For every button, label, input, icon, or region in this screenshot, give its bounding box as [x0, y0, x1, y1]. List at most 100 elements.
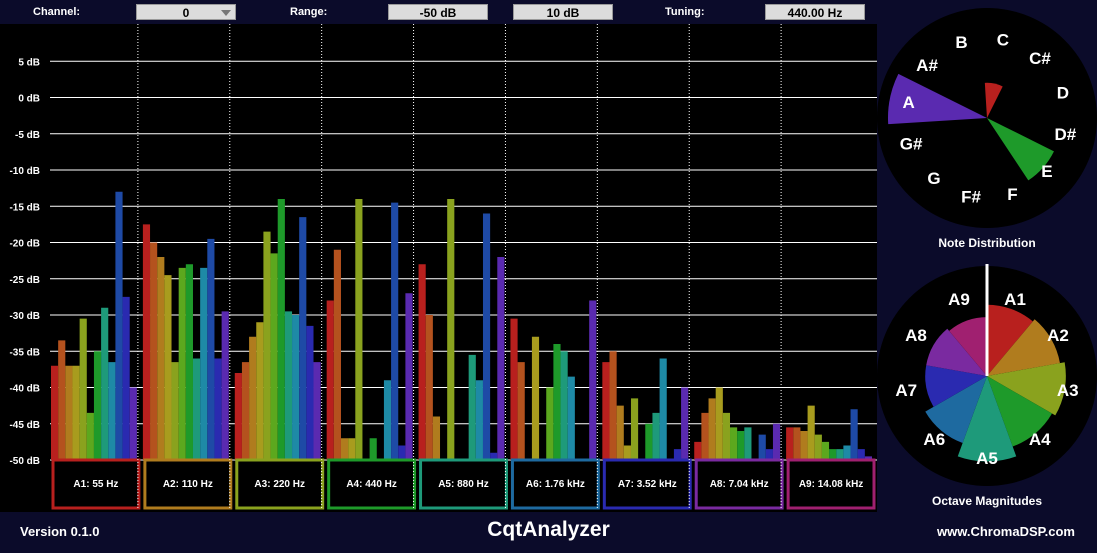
spectrum-bar [553, 344, 561, 460]
spectrum-bar [299, 217, 307, 460]
octave-label: A5: 880 Hz [438, 479, 489, 490]
spectrum-bar [497, 257, 505, 460]
spectrum-bar [510, 318, 518, 460]
spectrum-bar [836, 449, 844, 460]
spectrum-bar [86, 412, 94, 460]
spectrum-bar [79, 318, 87, 460]
spectrum-bar [418, 264, 426, 460]
octave-label: A9: 14.08 kHz [799, 479, 863, 490]
spectrum-bar [200, 267, 208, 460]
spectrum-bar [150, 242, 158, 460]
spectrum-bar [829, 449, 837, 460]
db-tick-label: -40 dB [9, 384, 40, 395]
spectrum-bar [737, 431, 745, 460]
spectrum-bar [398, 445, 406, 460]
spectrum-bar [306, 325, 314, 460]
spectrum-bar [157, 257, 165, 460]
spectrum-bar [701, 412, 709, 460]
spectrum-bar [348, 438, 356, 460]
db-tick-label: -50 dB [9, 456, 40, 467]
spectrum-bar [546, 387, 554, 460]
spectrum-bar [164, 275, 172, 460]
spectrum-chart: 5 dB 0 dB -5 dB -10 dB -15 dB -20 dB -25 dB -30… [9, 24, 877, 510]
spectrum-bar [340, 438, 349, 460]
note-distribution-title: Note Distribution [938, 236, 1036, 250]
spectrum-bar [108, 362, 116, 460]
spectrum-bar [807, 405, 815, 460]
spectrum-bar [821, 441, 830, 460]
spectrum-bar [589, 300, 597, 460]
spectrum-bar [207, 238, 215, 460]
spectrum-bar [277, 199, 285, 460]
spectrum-bar [432, 416, 441, 460]
db-tick-label: -15 dB [9, 202, 40, 213]
spectrum-bar [447, 199, 455, 460]
db-tick-label: -25 dB [9, 275, 40, 286]
spectrum-bar [786, 427, 794, 460]
spectrum-bar [609, 351, 617, 460]
spectrum-bar [333, 249, 341, 460]
spectrum-bar [681, 387, 689, 460]
spectrum-bar [708, 398, 716, 460]
spectrum-bar [214, 358, 222, 460]
spectrum-bar [72, 365, 80, 460]
spectrum-bar [249, 336, 257, 460]
spectrum-bar [517, 362, 525, 460]
spectrum-bar [623, 445, 631, 460]
spectrum-bar [93, 351, 102, 460]
db-tick-label: -5 dB [15, 130, 40, 141]
spectrum-bar [772, 423, 781, 460]
spectrum-bar [326, 300, 334, 460]
spectrum-bar [101, 307, 109, 460]
spectrum-bar [730, 427, 738, 460]
spectrum-bar [221, 311, 229, 460]
db-tick-label: -35 dB [9, 347, 40, 358]
spectrum-bar [659, 358, 667, 460]
spectrum-bar [263, 231, 271, 460]
db-tick-label: 5 dB [18, 57, 40, 68]
spectrum-bar [567, 376, 575, 460]
spectrum-bar [355, 199, 363, 460]
db-tick-label: -10 dB [9, 166, 40, 177]
spectrum-bar [284, 311, 293, 460]
spectrum-bar [270, 253, 278, 460]
spectrum-bar [425, 315, 433, 460]
spectrum-bar [256, 322, 264, 460]
spectrum-bar [391, 202, 399, 460]
octave-magnitudes-title: Octave Magnitudes [931, 494, 1043, 508]
spectrum-bar [178, 267, 186, 460]
spectrum-bar [313, 362, 321, 460]
spectrum-bar [531, 336, 540, 460]
spectrum-bar [65, 365, 73, 460]
db-tick-label: -45 dB [9, 420, 40, 431]
website-link[interactable]: www.ChromaDSP.com [937, 524, 1075, 539]
spectrum-bar [715, 387, 723, 460]
spectrum-bar [185, 264, 193, 460]
spectrum-bar [171, 362, 179, 460]
spectrum-bar [369, 438, 377, 460]
spectrum-bar [652, 412, 660, 460]
spectrum-bar [468, 354, 476, 460]
spectrum-bar [383, 380, 392, 460]
octave-label: A1: 55 Hz [73, 479, 118, 490]
spectrum-bar [793, 427, 801, 460]
spectrum-bar [241, 362, 250, 460]
spectrum-bar [475, 380, 483, 460]
octave-label: A7: 3.52 kHz [618, 479, 677, 490]
app-title: CqtAnalyzer [487, 518, 610, 541]
spectrum-bar [758, 434, 766, 460]
spectrum-bar [405, 293, 413, 460]
spectrum-bar [800, 431, 808, 460]
octave-label: A4: 440 Hz [346, 479, 397, 490]
spectrum-bar [292, 315, 300, 460]
spectrum-bar [722, 412, 731, 460]
spectrum-bar [814, 434, 822, 460]
spectrum-bar [129, 387, 137, 460]
spectrum-bar [122, 296, 130, 460]
spectrum-bar [616, 405, 624, 460]
spectrum-bar [142, 224, 151, 460]
spectrum-bar [602, 362, 610, 460]
spectrum-bar [115, 191, 123, 460]
spectrum-bar [765, 449, 773, 460]
db-tick-label: 0 dB [18, 94, 40, 105]
